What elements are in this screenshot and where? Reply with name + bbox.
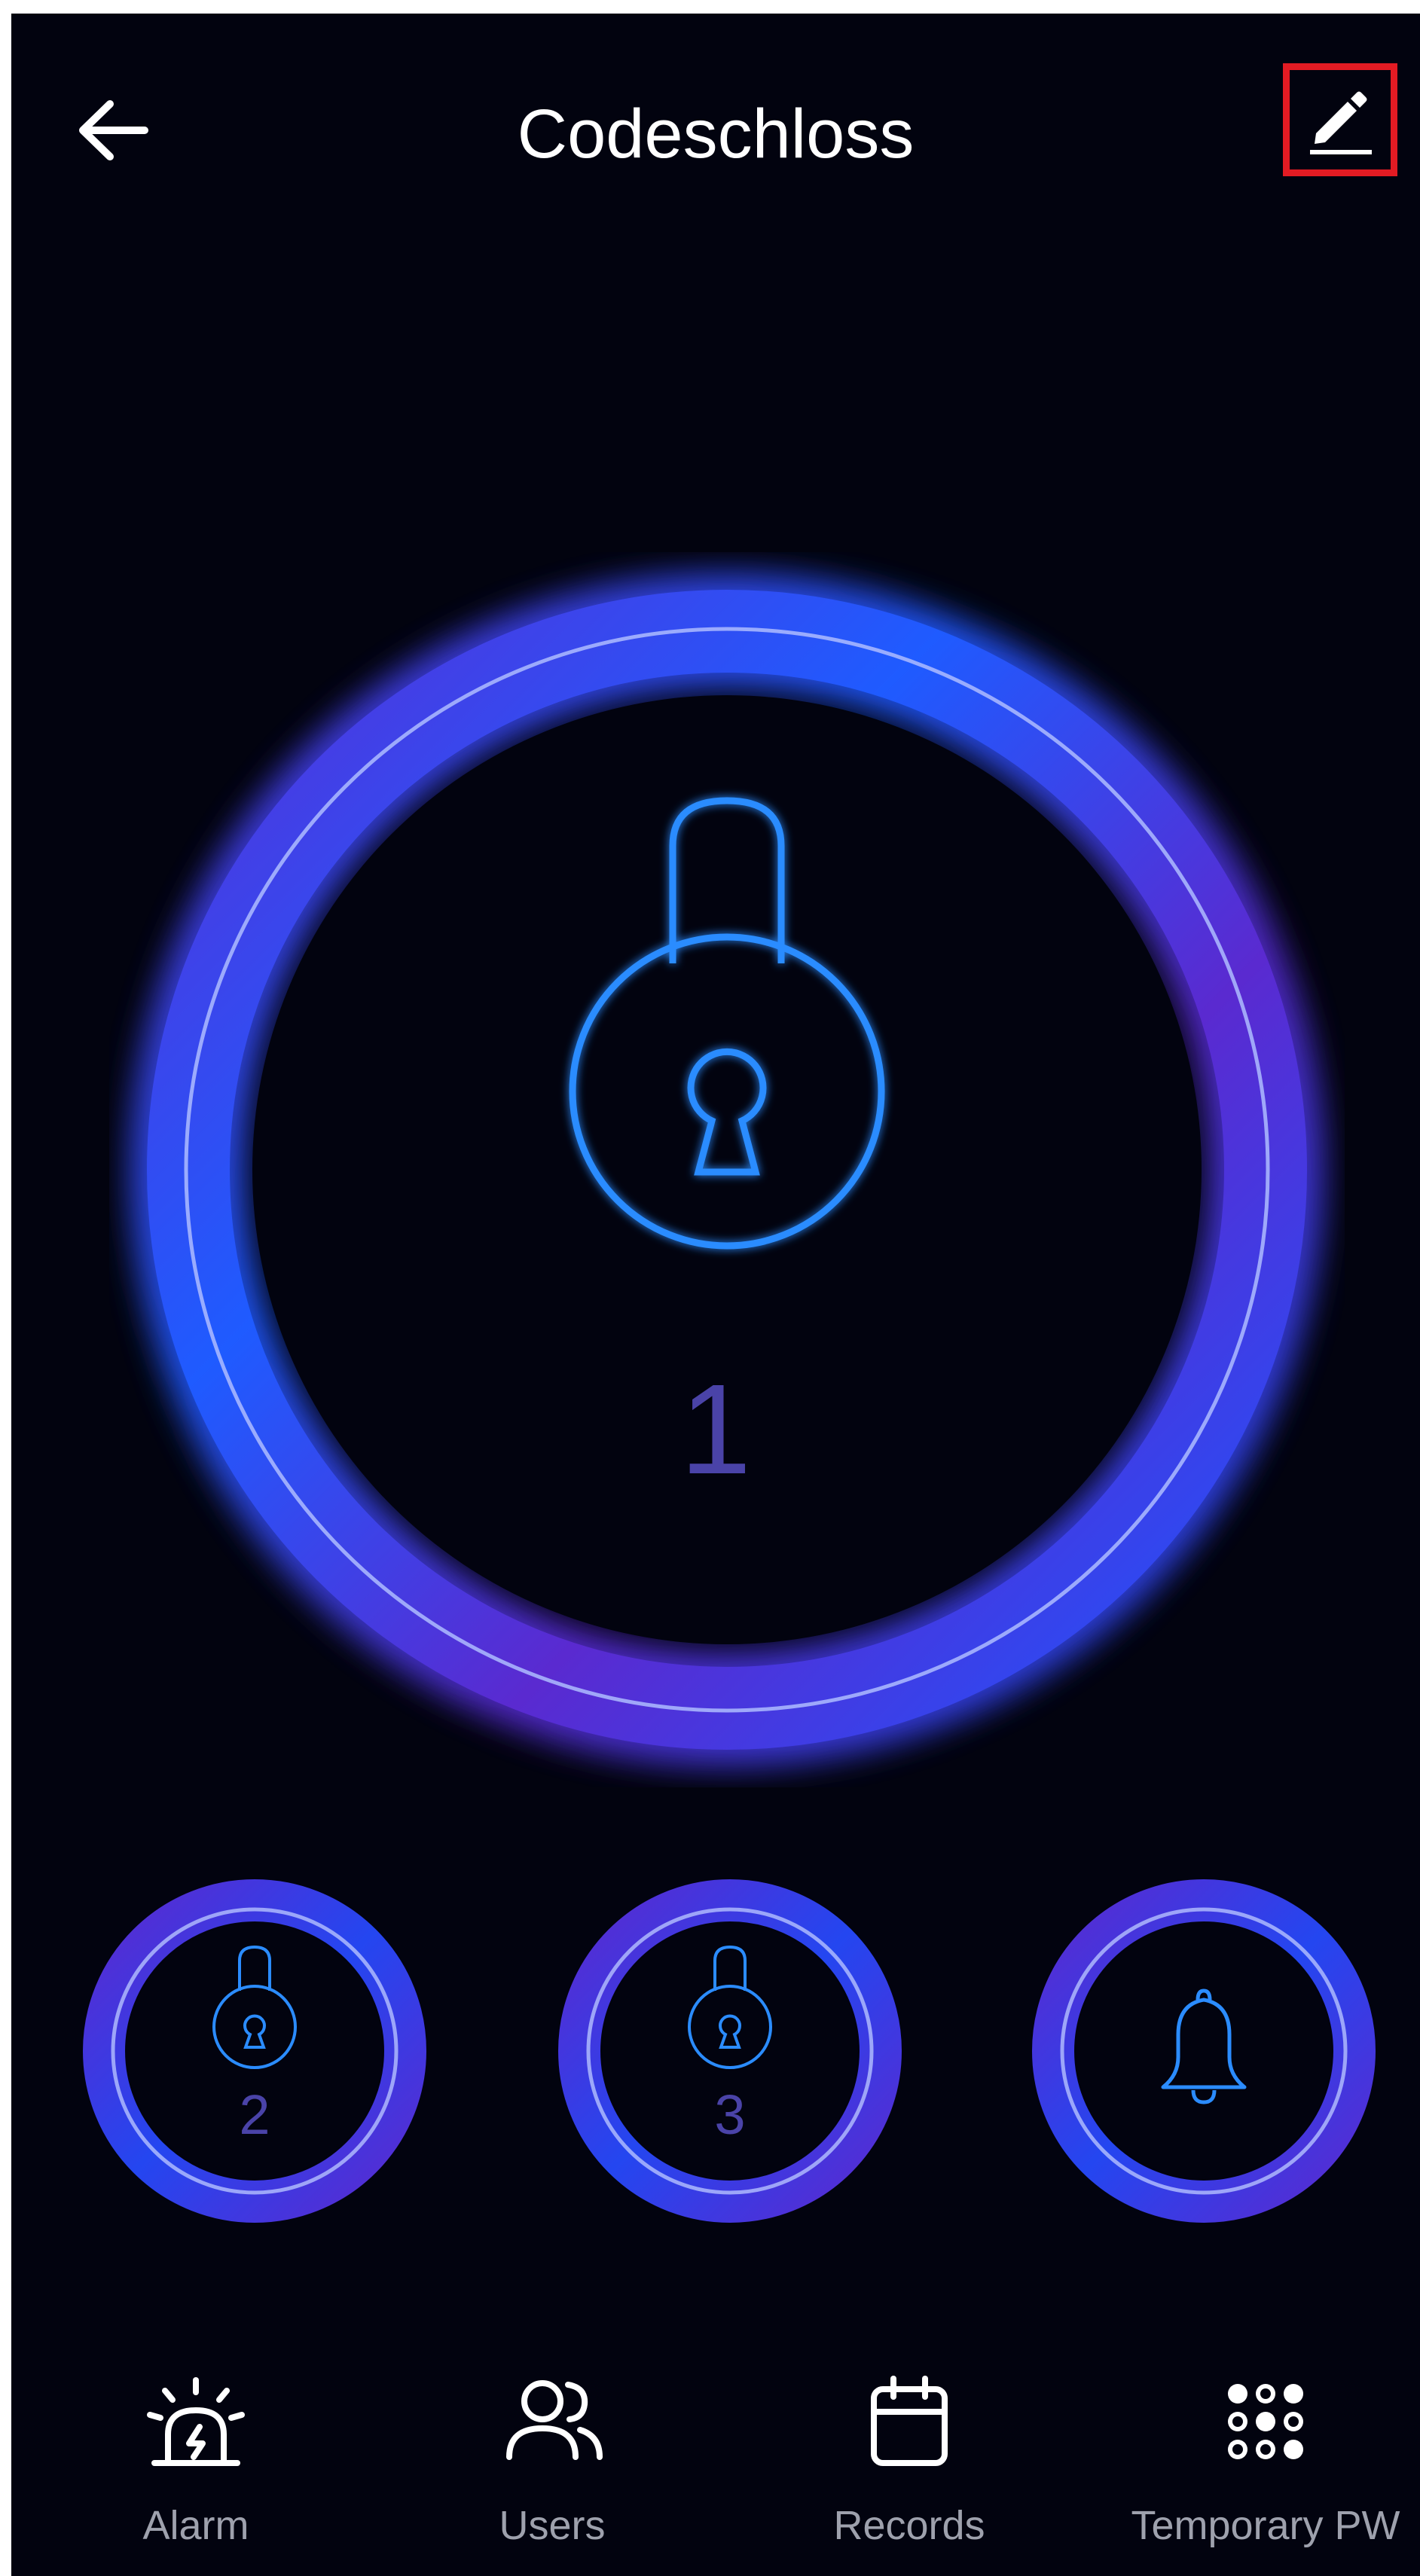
keypad-icon (1228, 2384, 1303, 2459)
nav-records[interactable]: Records (751, 2349, 1067, 2574)
pencil-icon (1310, 91, 1372, 154)
lock-3-button[interactable]: 3 (557, 1878, 903, 2224)
nav-alarm[interactable]: Alarm (38, 2349, 354, 2574)
edit-button[interactable] (1283, 63, 1397, 176)
nav-users-label: Users (499, 2503, 606, 2548)
page-title: Codeschloss (517, 96, 915, 172)
nav-alarm-label: Alarm (142, 2503, 249, 2548)
nav-temporary-pw-label: Temporary PW (1131, 2503, 1400, 2548)
users-icon (506, 2380, 603, 2460)
app-screen: Codeschloss 1 2 3 Alarm Users Records Te… (11, 14, 1420, 2576)
main-lock-button[interactable] (109, 552, 1345, 1787)
calendar-icon (871, 2376, 948, 2466)
alarm-siren-icon (147, 2377, 245, 2466)
nav-records-label: Records (833, 2503, 985, 2548)
nav-temporary-pw[interactable]: Temporary PW (1107, 2349, 1420, 2574)
lock-2-number: 2 (239, 2083, 270, 2146)
nav-users[interactable]: Users (394, 2349, 710, 2574)
lock-2-button[interactable]: 2 (81, 1878, 428, 2224)
main-lock-number: 1 (679, 1358, 752, 1501)
top-app-bar: Codeschloss (11, 14, 1420, 240)
lock-3-number: 3 (714, 2083, 746, 2146)
doorbell-button[interactable] (1031, 1878, 1377, 2224)
